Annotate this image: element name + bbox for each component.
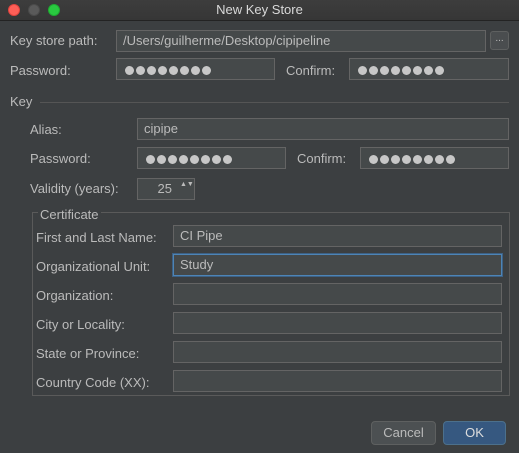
certificate-group-label: Certificate [38, 207, 101, 222]
city-locality-label: City or Locality: [36, 317, 125, 332]
state-province-input[interactable] [173, 341, 502, 363]
key-password-label: Password: [30, 151, 91, 166]
alias-input[interactable]: cipipe [137, 118, 509, 140]
keystore-confirm-input[interactable] [349, 58, 509, 80]
validity-label: Validity (years): [30, 181, 119, 196]
browse-button[interactable]: ... [490, 31, 509, 50]
country-code-label: Country Code (XX): [36, 375, 150, 390]
cancel-button[interactable]: Cancel [371, 421, 436, 445]
key-confirm-input[interactable] [360, 147, 509, 169]
first-last-name-label: First and Last Name: [36, 230, 157, 245]
organization-label: Organization: [36, 288, 114, 303]
spinner-arrows-icon[interactable]: ▲▼ [180, 181, 194, 189]
keystore-path-input[interactable]: /Users/guilherme/Desktop/cipipeline [116, 30, 486, 52]
validity-value: 25 [157, 181, 172, 196]
state-province-label: State or Province: [36, 346, 140, 361]
key-password-input[interactable] [137, 147, 286, 169]
keystore-password-label: Password: [10, 63, 71, 78]
ok-button[interactable]: OK [443, 421, 506, 445]
window-title: New Key Store [216, 2, 303, 17]
organizational-unit-input[interactable]: Study [173, 254, 502, 276]
city-locality-input[interactable] [173, 312, 502, 334]
alias-label: Alias: [30, 122, 62, 137]
keystore-path-label: Key store path: [10, 33, 98, 48]
key-confirm-label: Confirm: [297, 151, 347, 166]
validity-stepper[interactable]: 25 ▲▼ [137, 178, 195, 200]
key-section-separator [40, 102, 509, 103]
key-section-label: Key [10, 94, 33, 109]
country-code-input[interactable] [173, 370, 502, 392]
first-last-name-input[interactable]: CI Pipe [173, 225, 502, 247]
organizational-unit-label: Organizational Unit: [36, 259, 151, 274]
keystore-password-input[interactable] [116, 58, 275, 80]
title-bar: New Key Store [0, 0, 519, 21]
organization-input[interactable] [173, 283, 502, 305]
keystore-confirm-label: Confirm: [286, 63, 336, 78]
